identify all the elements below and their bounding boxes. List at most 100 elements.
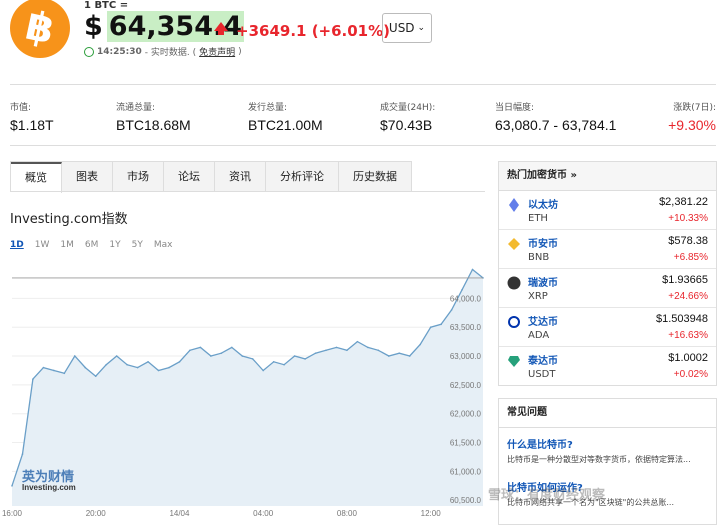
y-tick-label: 60,500.0 [450, 496, 482, 505]
price-point [461, 288, 463, 291]
crypto-symbol: BNB [528, 252, 550, 263]
tether-icon [507, 353, 521, 367]
tab-market[interactable]: 市场 [113, 162, 164, 192]
price-point [419, 343, 422, 346]
tab-analysis[interactable]: 分析评论 [266, 162, 339, 192]
faq-answer: 比特币是一种分散型对等数字货币，依据特定算法... [507, 455, 691, 464]
y-tick-label: 64,000.0 [450, 294, 482, 303]
crypto-price: $1.93665 [662, 274, 708, 286]
range-1d[interactable]: 1D [10, 240, 24, 250]
x-tick-label: 08:00 [337, 509, 358, 518]
price-point [115, 355, 118, 357]
range-5y[interactable]: 5Y [132, 240, 143, 250]
stat-label: 发行总量: [248, 103, 288, 113]
change-pct: (+6.01%) [311, 22, 391, 40]
crypto-row[interactable]: 瑞波币 XRP $1.93665 +24.66% [499, 269, 716, 308]
up-arrow-icon [214, 22, 228, 35]
stat-label: 流通总量: [116, 103, 156, 113]
cardano-icon [507, 314, 521, 328]
x-tick-label: 04:00 [253, 509, 274, 518]
stat-7d-change: 涨跌(7日): +9.30% [668, 100, 716, 133]
price-point [105, 363, 107, 366]
crypto-name[interactable]: 币安币 [528, 235, 558, 250]
crypto-price: $2,381.22 [659, 196, 708, 208]
crypto-symbol: ETH [528, 213, 548, 224]
tab-chart[interactable]: 图表 [62, 162, 113, 192]
time-note: - 实时数据. ( [144, 48, 197, 58]
price-point [136, 366, 139, 369]
faq-question[interactable]: 什么是比特币? [499, 428, 716, 451]
price-point [408, 355, 411, 357]
price-point [471, 268, 474, 271]
crypto-symbol: XRP [528, 291, 548, 302]
unit-label: 1 BTC = [84, 0, 129, 11]
price-point [74, 355, 76, 357]
price-point [325, 349, 327, 352]
tab-overview[interactable]: 概览 [11, 162, 62, 193]
x-tick-label: 14/04 [169, 509, 190, 518]
price-point [314, 352, 317, 354]
crypto-name[interactable]: 瑞波币 [528, 274, 558, 289]
price-point [189, 349, 191, 352]
price-point [241, 355, 244, 357]
ethereum-icon [507, 197, 521, 212]
crypto-change: +0.02% [673, 369, 708, 380]
tab-history[interactable]: 历史数据 [339, 162, 411, 192]
stat-value: BTC18.68M [116, 117, 191, 133]
trending-crypto-panel: 热门加密货币 » 以太坊 ETH $2,381.22 +10.33% 币安币 BNB $57… [498, 161, 717, 386]
stat-value: BTC21.00M [248, 117, 323, 133]
price-point [429, 326, 432, 329]
price-point [11, 485, 13, 487]
range-1w[interactable]: 1W [35, 240, 50, 250]
price-point [126, 363, 128, 366]
stat-value: $70.43B [380, 117, 433, 133]
crypto-change: +24.66% [668, 291, 708, 302]
price-point [210, 355, 212, 357]
tab-forum[interactable]: 论坛 [164, 162, 215, 192]
stat-market-cap: 市值: $1.18T [10, 100, 54, 133]
range-1m[interactable]: 1M [60, 240, 74, 250]
bitcoin-logo-icon: ฿ [10, 0, 70, 58]
price-point [304, 358, 306, 360]
currency-select[interactable]: USD ⌄ [382, 13, 432, 43]
time-value: 14:25:30 [97, 46, 142, 57]
price-point [21, 453, 24, 455]
price-point [388, 355, 390, 357]
crypto-name[interactable]: 艾达币 [528, 313, 558, 328]
tab-bar: 概览 图表 市场 论坛 资讯 分析评论 历史数据 [10, 161, 412, 193]
change-abs: +3649.1 [236, 22, 307, 40]
y-tick-label: 61,000.0 [450, 467, 482, 476]
price-change: +3649.1 (+6.01%) [236, 22, 390, 40]
bottom-watermark: 雪球：有度财经观察 [488, 488, 606, 503]
stat-label: 市值: [10, 103, 32, 113]
crypto-row[interactable]: 艾达币 ADA $1.503948 +16.63% [499, 308, 716, 347]
trending-title[interactable]: 热门加密货币 » [499, 162, 716, 191]
timestamp-row: 14:25:30 - 实时数据. (免责声明) [84, 45, 242, 58]
stat-value: +9.30% [668, 117, 716, 133]
crypto-change: +16.63% [668, 330, 708, 341]
disclaimer-link[interactable]: 免责声明 [199, 45, 235, 58]
price-point [94, 375, 97, 378]
range-selector: 1D 1W 1M 6M 1Y 5Y Max [10, 240, 172, 250]
x-tick-label: 20:00 [86, 509, 107, 518]
stat-label: 涨跌(7日): [673, 103, 716, 113]
y-tick-label: 62,000.0 [450, 410, 482, 419]
range-1y[interactable]: 1Y [109, 240, 120, 250]
tab-news[interactable]: 资讯 [215, 162, 266, 192]
crypto-name[interactable]: 以太坊 [528, 196, 558, 211]
crypto-row[interactable]: 币安币 BNB $578.38 +6.85% [499, 230, 716, 269]
price-point [53, 369, 55, 372]
crypto-row[interactable]: 以太坊 ETH $2,381.22 +10.33% [499, 191, 716, 230]
price-point [293, 355, 296, 357]
price-point [262, 369, 265, 372]
price-point [335, 346, 338, 349]
chart-title: Investing.com指数 [10, 212, 128, 227]
y-tick-label: 61,500.0 [450, 439, 482, 448]
stat-label: 当日幅度: [495, 103, 535, 113]
price-point [63, 372, 66, 375]
stat-label: 成交量(24H): [380, 103, 436, 113]
range-max[interactable]: Max [154, 240, 173, 250]
range-6m[interactable]: 6M [85, 240, 99, 250]
crypto-name[interactable]: 泰达币 [528, 352, 558, 367]
crypto-row[interactable]: 泰达币 USDT $1.0002 +0.02% [499, 347, 716, 385]
